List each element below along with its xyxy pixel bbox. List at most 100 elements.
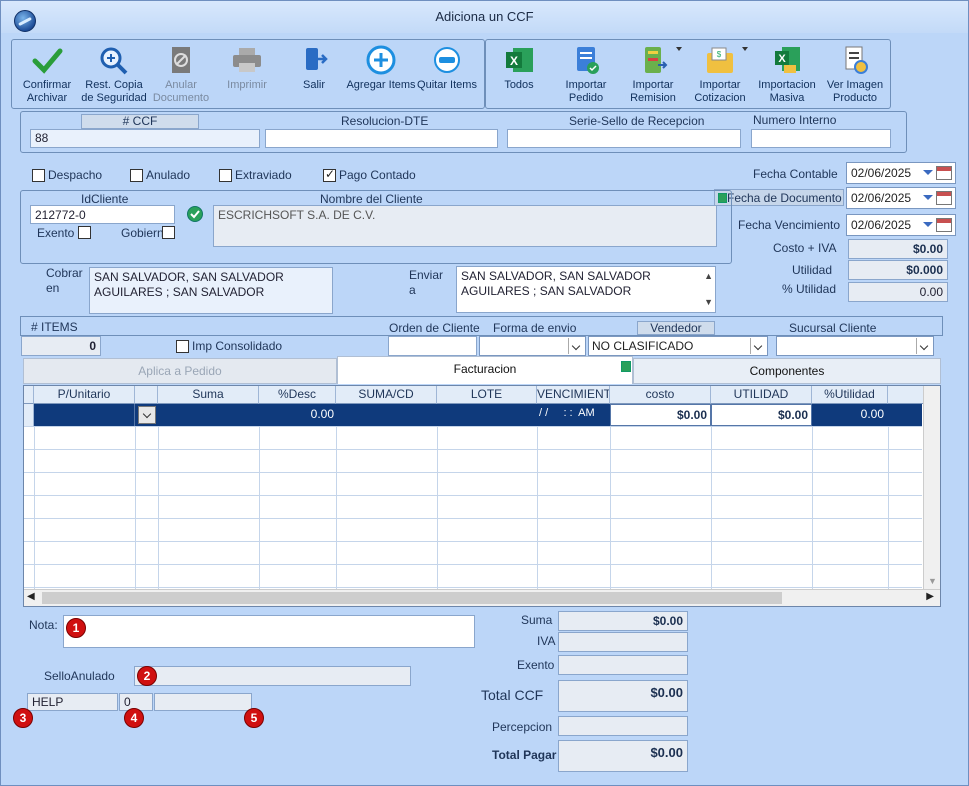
nota-field[interactable] [63, 615, 475, 648]
numero-interno-field[interactable] [751, 129, 891, 148]
checkmark-icon [32, 48, 63, 74]
exento-checkbox[interactable] [78, 226, 91, 239]
fecha-documento-picker[interactable]: 02/06/2025 [846, 187, 956, 209]
column-header-suma-cd[interactable]: SUMA/CD [336, 386, 437, 404]
footer-exento-field [558, 655, 688, 675]
magnifier-plus-icon [100, 47, 128, 75]
badge-1: 1 [66, 618, 86, 638]
column-header-lote[interactable]: LOTE [437, 386, 537, 404]
column-header-utilidad[interactable]: UTILIDAD [711, 386, 812, 404]
column-header-pct-utilidad[interactable]: %Utilidad [812, 386, 888, 404]
iva-field [558, 632, 688, 652]
cell-p-unitario[interactable] [34, 404, 135, 426]
restore-backup-button[interactable]: Rest. Copia de Seguridad [78, 45, 150, 105]
imp-consolidado-checkbox[interactable] [176, 340, 189, 353]
scroll-left-arrow-icon[interactable]: ◀ [27, 591, 35, 602]
items-count-field: 0 [21, 336, 101, 356]
pct-utilidad-label: % Utilidad [782, 282, 837, 296]
import-quote-dropdown-icon[interactable] [742, 47, 748, 51]
export-all-excel-button[interactable]: X Todos [483, 45, 555, 92]
import-order-icon [577, 47, 599, 74]
pago-contado-checkbox[interactable] [323, 167, 336, 182]
validate-client-icon[interactable] [187, 206, 203, 222]
sucursal-select[interactable] [776, 336, 934, 356]
column-header-suma[interactable]: Suma [158, 386, 259, 404]
import-quote-button[interactable]: $ Importar Cotizacion [684, 45, 756, 105]
suma-field: $0.00 [558, 611, 688, 631]
confirm-archive-button[interactable]: Confirmar Archivar [11, 45, 83, 105]
add-items-button[interactable]: Agregar Items [345, 45, 417, 92]
column-header-pct-desc[interactable]: %Desc [259, 386, 336, 404]
remove-items-button[interactable]: Quitar Items [411, 45, 483, 92]
sello-anulado-label: SelloAnulado [44, 669, 115, 683]
cell-pct-desc[interactable]: 0.00 [259, 407, 334, 421]
scroll-down-arrow-icon[interactable]: ▼ [928, 576, 937, 586]
add-items-label: Agregar Items [346, 79, 416, 91]
enviar-line-2: AGUILARES ; SAN SALVADOR [461, 284, 632, 298]
iva-label: IVA [537, 634, 556, 648]
total-ccf-label: Total CCF [481, 687, 544, 703]
anulado-checkbox[interactable] [130, 169, 143, 182]
excel-icon: X [506, 48, 533, 72]
despacho-checkbox[interactable] [32, 169, 45, 182]
vendedor-select[interactable]: NO CLASIFICADO [588, 336, 768, 356]
column-header-filler [888, 386, 924, 404]
pago-contado-label: Pago Contado [339, 168, 416, 182]
costo-iva-field: $0.00 [848, 239, 948, 259]
exit-button[interactable]: Salir [278, 45, 350, 92]
fecha-vencimiento-picker[interactable]: 02/06/2025 [846, 214, 956, 236]
id-cliente-field[interactable]: 212772-0 [30, 205, 175, 224]
vertical-scrollbar[interactable]: ▼ [923, 386, 940, 590]
import-order-button[interactable]: Importar Pedido [550, 45, 622, 105]
void-document-button[interactable]: Anular Documento [145, 45, 217, 105]
scroll-down-icon[interactable]: ▼ [704, 295, 713, 310]
costo-iva-label: Costo + IVA [773, 241, 837, 255]
cell-costo[interactable]: $0.00 [610, 404, 711, 426]
cobrar-line-1: SAN SALVADOR, SAN SALVADOR [94, 270, 284, 284]
scroll-up-icon[interactable]: ▲ [704, 269, 713, 284]
column-header-vencimiento[interactable]: VENCIMIENT [537, 386, 610, 404]
column-header-blank[interactable] [135, 386, 158, 404]
orden-cliente-label: Orden de Cliente [389, 321, 480, 335]
print-label: Imprimir [227, 79, 267, 91]
confirm-archive-label: Confirmar Archivar [22, 79, 72, 104]
cell-vencimiento[interactable]: / / : : AM [539, 407, 611, 419]
serie-field[interactable] [507, 129, 741, 148]
print-button[interactable]: Imprimir [211, 45, 283, 92]
fecha-documento-label: Fecha de Documento [727, 191, 842, 205]
sello-anulado-field[interactable] [134, 666, 411, 686]
tab-facturacion[interactable]: Facturacion [337, 356, 633, 384]
cell-pct-utilidad[interactable]: 0.00 [812, 407, 884, 421]
tab-aplica-pedido[interactable]: Aplica a Pedido [23, 358, 337, 384]
utilidad-field: $0.000 [848, 260, 948, 280]
gobierno-checkbox[interactable] [162, 226, 175, 239]
scroll-thumb[interactable] [42, 592, 782, 604]
resolucion-field[interactable] [265, 129, 498, 148]
cobrar-address-field[interactable]: SAN SALVADOR, SAN SALVADOR AGUILARES ; S… [89, 267, 333, 314]
fecha-contable-picker[interactable]: 02/06/2025 [846, 162, 956, 184]
enviar-address-field[interactable]: SAN SALVADOR, SAN SALVADOR AGUILARES ; S… [456, 266, 716, 313]
cobrar-line-2: AGUILARES ; SAN SALVADOR [94, 285, 265, 299]
scroll-right-arrow-icon[interactable]: ▶ [926, 591, 934, 602]
column-header-costo[interactable]: costo [610, 386, 711, 404]
horizontal-scrollbar[interactable]: ◀ ▶ [24, 589, 940, 606]
dropdown-arrow-icon [923, 195, 933, 200]
nota-label: Nota: [29, 618, 58, 632]
row-dropdown-button[interactable] [138, 406, 156, 424]
extraviado-checkbox[interactable] [219, 169, 232, 182]
mass-import-button[interactable]: X Importacion Masiva [751, 45, 823, 105]
tab-componentes[interactable]: Componentes [633, 358, 941, 384]
column-header-p-unitario[interactable]: P/Unitario [34, 386, 135, 404]
ccf-number-field[interactable]: 88 [30, 129, 260, 148]
forma-envio-select[interactable] [479, 336, 586, 356]
items-grid[interactable]: P/Unitario Suma %Desc SUMA/CD LOTE VENCI… [23, 385, 941, 607]
view-product-image-button[interactable]: Ver Imagen Producto [819, 45, 891, 105]
serie-label: Serie-Sello de Recepcion [569, 114, 705, 128]
view-product-image-icon [845, 46, 868, 74]
import-remission-button[interactable]: Importar Remision [617, 45, 689, 105]
import-remission-dropdown-icon[interactable] [676, 47, 682, 51]
cell-utilidad[interactable]: $0.00 [711, 404, 812, 426]
nombre-cliente-field[interactable]: ESCRICHSOFT S.A. DE C.V. [213, 205, 717, 247]
orden-cliente-field[interactable] [388, 336, 477, 356]
table-row-selected[interactable]: 0.00 / / : : AM $0.00 $0.00 0.00 [34, 404, 922, 426]
